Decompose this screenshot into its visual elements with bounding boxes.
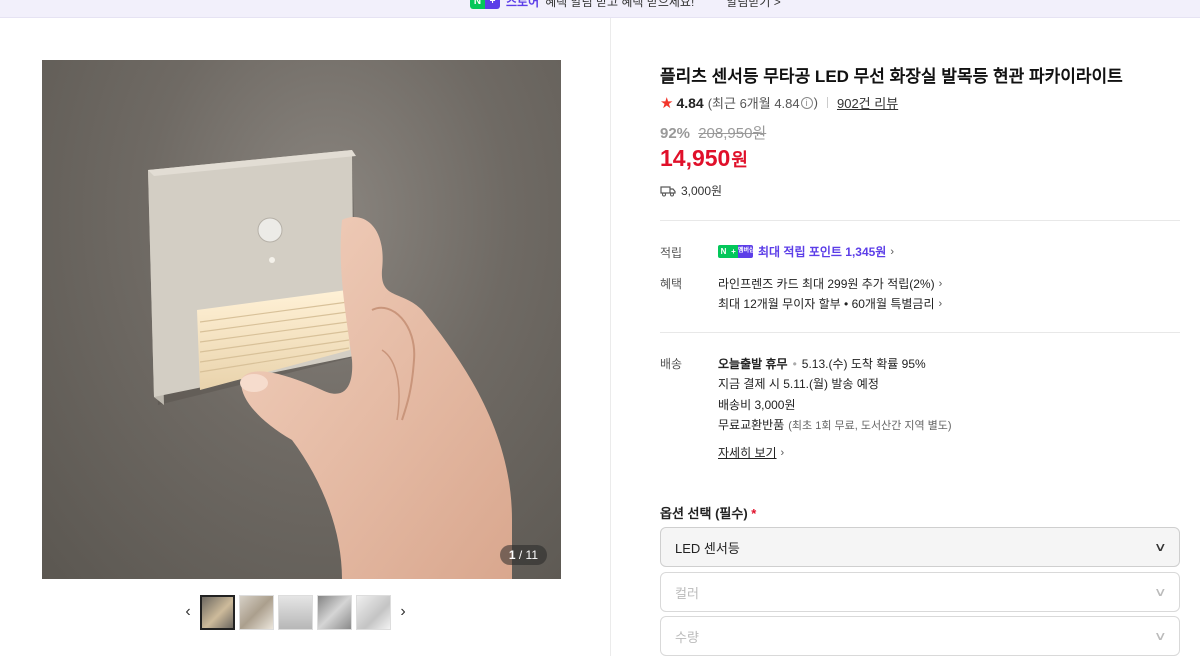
- delivery-fee: 배송비 3,000원: [718, 398, 796, 412]
- divider: [660, 220, 1180, 221]
- star-icon: ★: [660, 94, 674, 112]
- thumbnail-strip: ‹ ›: [178, 594, 413, 630]
- product-title: 플리츠 센서등 무타공 LED 무선 화장실 발목등 현관 파카이라이트: [660, 67, 1123, 86]
- top-promo-banner: N + 스토어 혜택 알림 받고 혜택 받으세요! 알림받기 >: [0, 0, 1200, 18]
- rating-recent: (최근 6개월 4.84: [707, 96, 800, 111]
- image-counter-current: 1: [508, 548, 516, 562]
- benefit-installment-text: 최대 12개월 무이자 할부 • 60개월 특별금리: [718, 297, 935, 311]
- details-link[interactable]: 자세히 보기 ›: [718, 444, 784, 461]
- discount-row: 92% 208,950원: [660, 122, 766, 143]
- benefit-card-text: 라인프렌즈 카드 최대 299원 추가 적립(2%): [718, 277, 935, 291]
- return-note: (최초 1회 무료, 도서산간 지역 별도): [788, 419, 952, 432]
- badge-plus: +: [485, 0, 500, 9]
- benefit-label: 혜택: [660, 277, 683, 291]
- badge-n-mini: N: [718, 245, 729, 258]
- sale-price-amount: 14,950: [660, 145, 731, 171]
- chevron-down-icon: ∨: [1154, 585, 1168, 599]
- return-row: 무료교환반품 (최초 1회 무료, 도서산간 지역 별도): [718, 416, 952, 433]
- sale-price-unit: 원: [731, 150, 748, 170]
- option-select-quantity[interactable]: 수량 ∨: [660, 616, 1180, 656]
- benefit-card-row[interactable]: 라인프렌즈 카드 최대 299원 추가 적립(2%) ›: [718, 275, 942, 292]
- option-select-color[interactable]: 컬러 ∨: [660, 572, 1180, 612]
- thumbnail-4[interactable]: [317, 594, 352, 630]
- chevron-right-icon: ›: [890, 245, 895, 258]
- badge-plus-mini: +: [729, 245, 738, 258]
- truck-icon: [660, 185, 676, 196]
- thumbnail-3[interactable]: [278, 594, 313, 630]
- details-link-text: 자세히 보기: [718, 446, 777, 460]
- original-price: 208,950원: [698, 125, 767, 142]
- sale-price: 14,950원: [660, 145, 748, 172]
- points-label: 적립: [660, 246, 683, 260]
- delivery-today-row: 오늘출발 휴무 • 5.13.(수) 도착 확률 95%: [718, 355, 926, 372]
- thumbnail-1[interactable]: [200, 594, 235, 630]
- banner-link[interactable]: 알림받기 >: [726, 0, 781, 10]
- benefit-installment-row[interactable]: 최대 12개월 무이자 할부 • 60개월 특별금리 ›: [718, 295, 942, 312]
- chevron-right-icon: ›: [938, 277, 943, 290]
- delivery-arrival: 5.13.(수) 도착 확률 95%: [801, 357, 926, 371]
- option-select-placeholder: 수량: [675, 629, 699, 645]
- delivery-label: 배송: [660, 357, 683, 371]
- thumbnail-2[interactable]: [239, 594, 274, 630]
- chevron-left-icon[interactable]: ‹: [178, 594, 198, 630]
- badge-membership-text: 멤버십: [738, 245, 753, 258]
- rating-recent-close: ): [813, 95, 818, 110]
- shipping-fee: 3,000원: [681, 184, 723, 198]
- chevron-right-icon[interactable]: ›: [393, 594, 413, 630]
- naver-membership-badge-icon: N + 멤버십: [718, 245, 753, 258]
- badge-n: N: [470, 0, 485, 9]
- bullet: •: [792, 356, 797, 371]
- option-select-value: LED 센서등: [675, 540, 740, 556]
- thumbnail-5[interactable]: [356, 594, 391, 630]
- rating-value: 4.84: [676, 94, 704, 111]
- divider: [660, 332, 1180, 333]
- image-counter: 1 / 11: [499, 545, 547, 565]
- image-counter-slash: /: [518, 548, 523, 562]
- option-title-text: 옵션 선택 (필수): [660, 506, 748, 521]
- banner-content: N + 스토어 혜택 알림 받고 혜택 받으세요! 알림받기 >: [470, 0, 781, 10]
- info-icon[interactable]: i: [800, 96, 813, 109]
- product-main-image[interactable]: 1 / 11: [42, 60, 561, 579]
- image-counter-total: 11: [525, 548, 538, 562]
- option-select-type[interactable]: LED 센서등 ∨: [660, 527, 1180, 567]
- option-select-placeholder: 컬러: [675, 585, 699, 601]
- naver-plus-badge-icon: N +: [470, 0, 500, 9]
- separator: [826, 97, 828, 108]
- rating-row: ★ 4.84 (최근 6개월 4.84 i ) 902건 리뷰: [660, 93, 898, 112]
- return-title: 무료교환반품: [718, 418, 785, 432]
- product-photo: [148, 150, 512, 579]
- delivery-today: 오늘출발 휴무: [718, 357, 788, 371]
- delivery-dispatch: 지금 결제 시 5.11.(월) 발송 예정: [718, 377, 879, 391]
- discount-rate: 92%: [660, 125, 691, 142]
- required-mark: *: [751, 506, 757, 521]
- banner-message: 혜택 알림 받고 혜택 받으세요!: [545, 0, 695, 9]
- chevron-right-icon: ›: [780, 446, 785, 459]
- shipping-fee-row: 3,000원: [660, 182, 722, 199]
- points-row[interactable]: N + 멤버십 최대 적립 포인트 1,345원 ›: [718, 243, 894, 260]
- chevron-right-icon: ›: [938, 297, 943, 310]
- chevron-down-icon: ∨: [1154, 540, 1168, 554]
- review-count-link[interactable]: 902건 리뷰: [837, 93, 898, 112]
- option-title: 옵션 선택 (필수) *: [660, 503, 756, 522]
- banner-brand: 스토어: [506, 0, 540, 9]
- chevron-down-icon: ∨: [1154, 629, 1168, 643]
- points-link: 최대 적립 포인트 1,345원: [758, 245, 887, 259]
- column-divider: [610, 18, 611, 656]
